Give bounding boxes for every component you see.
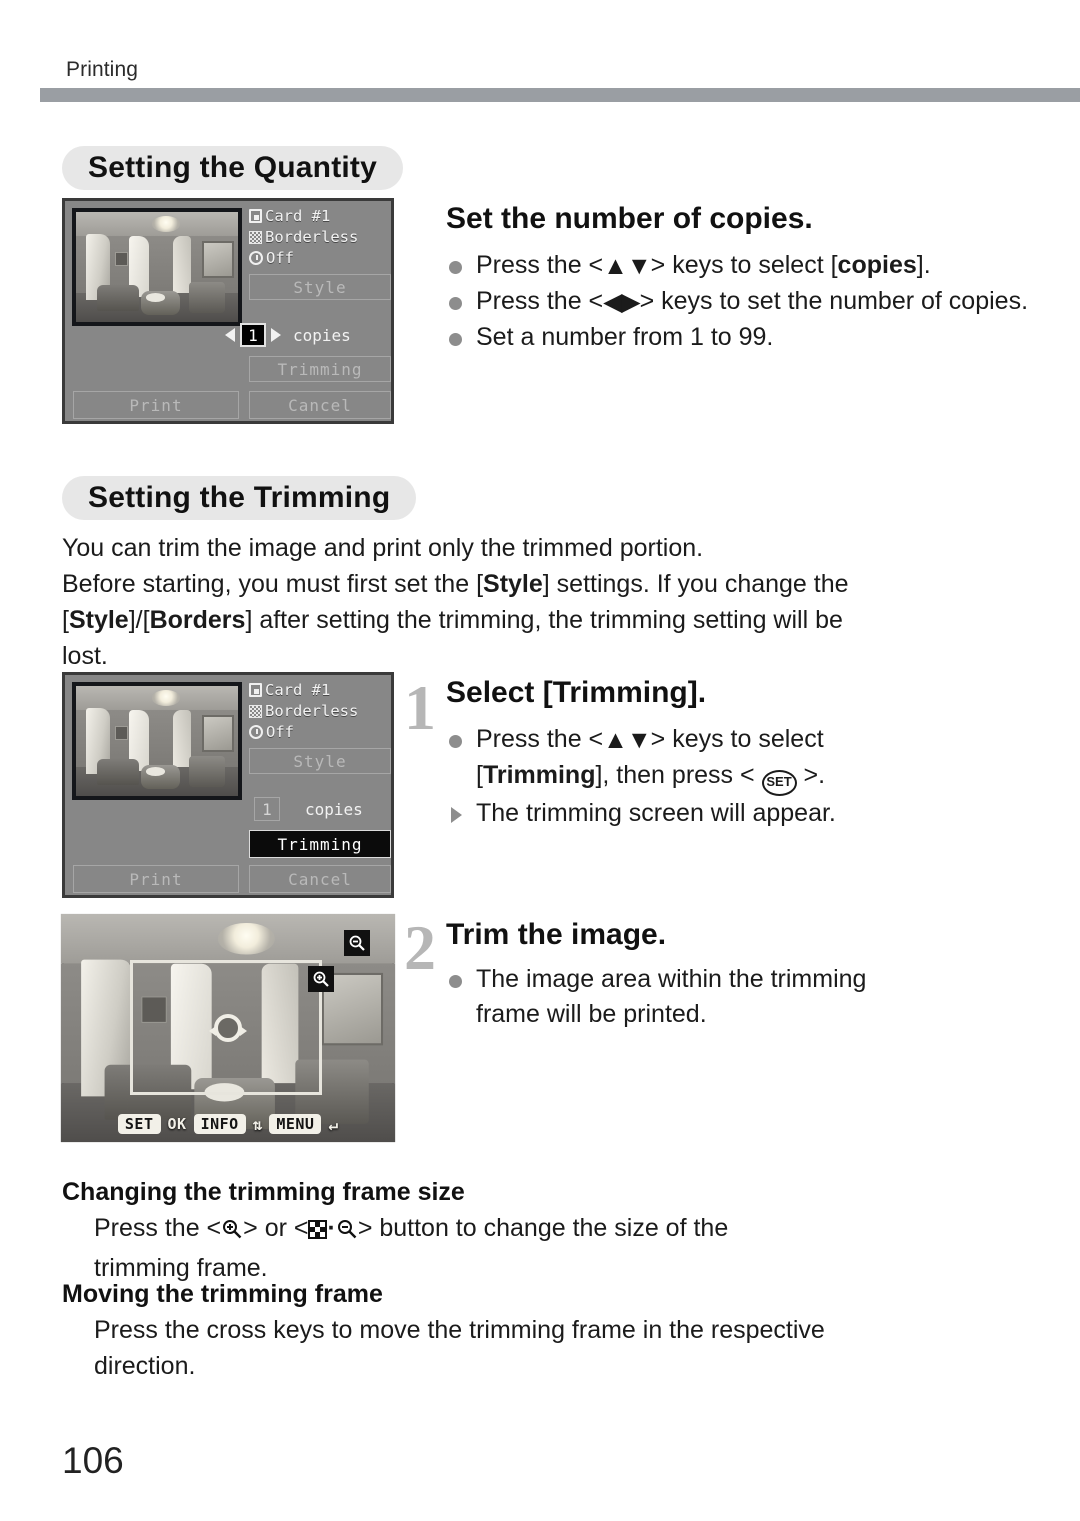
trimming-intro-line3: [Style]/[Borders] after setting the trim… xyxy=(62,606,843,634)
note-heading-frame-size: Changing the trimming frame size xyxy=(62,1178,465,1206)
lcd-photo-thumbnail xyxy=(72,208,242,326)
lcd-print-button[interactable]: Print xyxy=(73,391,239,419)
index-icon xyxy=(308,1220,328,1239)
step-1-body: Press the <▲▼> keys to select [Trimming]… xyxy=(446,722,1046,831)
lcd-style-button[interactable]: Style xyxy=(249,274,391,300)
set-button-icon: SET xyxy=(761,770,797,796)
lcd-date-row: Off xyxy=(249,248,391,269)
lcd-guide-bar: SET OK INFO ⇅ MENU ↵ xyxy=(64,1114,392,1134)
bullet-select-trimming: Press the <▲▼> keys to select [Trimming]… xyxy=(446,722,1046,796)
lcd-date-row: Off xyxy=(249,722,391,743)
lcd-cancel-button[interactable]: Cancel xyxy=(249,391,391,419)
left-arrow-icon xyxy=(225,328,235,342)
lcd-print-button[interactable]: Print xyxy=(73,865,239,893)
lcd-trimming-button-selected[interactable]: Trimming xyxy=(249,830,391,858)
step-2-body: The image area within the trimming frame … xyxy=(446,962,1046,1032)
manual-page: Printing Setting the Quantity Card #1 Bo… xyxy=(0,0,1080,1521)
lcd-copies-row[interactable]: 1 copies xyxy=(225,323,351,347)
bullet-printed-area: The image area within the trimming frame … xyxy=(446,962,1046,1032)
magnify-plus-icon xyxy=(308,966,334,992)
step-1-title: Select [Trimming]. xyxy=(446,676,707,709)
card-icon xyxy=(249,683,262,697)
ok-label: OK xyxy=(167,1115,187,1133)
trimming-intro-line1: You can trim the image and print only th… xyxy=(62,534,704,562)
card-icon xyxy=(249,209,262,223)
lcd-borderless-row: Borderless xyxy=(249,701,391,722)
lcd-screenshot-trimming-screen: SET OK INFO ⇅ MENU ↵ xyxy=(60,913,396,1143)
copies-value[interactable]: 1 xyxy=(240,323,266,347)
info-key-label: INFO xyxy=(193,1114,246,1134)
note-trimming-screen: The trimming screen will appear. xyxy=(446,796,1046,831)
lcd-trimming-button[interactable]: Trimming xyxy=(249,356,391,382)
lcd-photo-thumbnail xyxy=(72,682,242,800)
magnify-minus-icon xyxy=(344,930,370,956)
note-move-frame-line1: Press the cross keys to move the trimmin… xyxy=(94,1316,825,1344)
left-right-keys-icon: ◀▶ xyxy=(603,288,640,316)
lcd-screenshot-quantity: Card #1 Borderless Off Style 1 copies Tr… xyxy=(62,198,394,424)
right-arrow-icon xyxy=(271,328,281,342)
note-body-frame-size: Press the < > or < · > button to change the… xyxy=(94,1210,1054,1286)
page-number: 106 xyxy=(62,1440,124,1481)
section-heading-quantity: Setting the Quantity xyxy=(62,146,403,190)
quantity-bullets: Press the <▲▼> keys to select [copies]. … xyxy=(446,248,1046,355)
up-down-keys-icon: ▲▼ xyxy=(603,252,651,280)
step-number-1: 1 xyxy=(404,672,436,743)
clock-icon xyxy=(249,251,263,265)
lcd-copies-row[interactable]: 1 copies xyxy=(249,797,363,821)
magnify-minus-icon xyxy=(336,1214,358,1250)
lcd-cancel-button[interactable]: Cancel xyxy=(249,865,391,893)
set-key-label: SET xyxy=(117,1114,161,1134)
lcd-card-row: Card #1 xyxy=(249,680,391,701)
quantity-step-title: Set the number of copies. xyxy=(446,202,813,235)
header-rule xyxy=(40,88,1080,102)
borderless-icon xyxy=(249,705,262,718)
section-heading-trimming: Setting the Trimming xyxy=(62,476,417,520)
copies-label: copies xyxy=(305,799,363,819)
trimming-intro-line2: Before starting, you must first set the … xyxy=(62,570,849,598)
step-2-title: Trim the image. xyxy=(446,918,667,951)
lcd-screenshot-select-trimming: Card #1 Borderless Off Style 1 copies Tr… xyxy=(62,672,394,898)
bullet-range: Set a number from 1 to 99. xyxy=(446,320,1046,355)
note-frame-size-line1: Press the < > or < · > button to change the… xyxy=(94,1210,1054,1250)
bullet-set-number: Press the <◀▶> keys to set the number of… xyxy=(446,284,1046,320)
note-move-frame-line2: direction. xyxy=(94,1352,196,1380)
note-body-move-frame: Press the cross keys to move the trimmin… xyxy=(94,1312,1054,1384)
back-arrow-icon: ↵ xyxy=(328,1114,339,1134)
clock-icon xyxy=(249,725,263,739)
lcd-card-row: Card #1 xyxy=(249,206,391,227)
rotate-icon: ⇅ xyxy=(252,1114,263,1134)
step-number-2: 2 xyxy=(404,912,436,983)
bullet-select-copies: Press the <▲▼> keys to select [copies]. xyxy=(446,248,1046,284)
menu-key-label: MENU xyxy=(269,1114,322,1134)
trimming-intro: You can trim the image and print only th… xyxy=(62,530,1052,674)
lcd-borderless-row: Borderless xyxy=(249,227,391,248)
trimming-intro-line4: lost. xyxy=(62,642,108,670)
borderless-icon xyxy=(249,231,262,244)
cross-keys-indicator-icon xyxy=(209,1014,247,1042)
running-header: Printing xyxy=(66,58,139,81)
magnify-plus-icon xyxy=(221,1214,243,1250)
copies-label: copies xyxy=(293,325,351,345)
lcd-style-button[interactable]: Style xyxy=(249,748,391,774)
copies-value[interactable]: 1 xyxy=(254,797,280,821)
note-heading-move-frame: Moving the trimming frame xyxy=(62,1280,383,1308)
up-down-keys-icon: ▲▼ xyxy=(603,726,651,754)
